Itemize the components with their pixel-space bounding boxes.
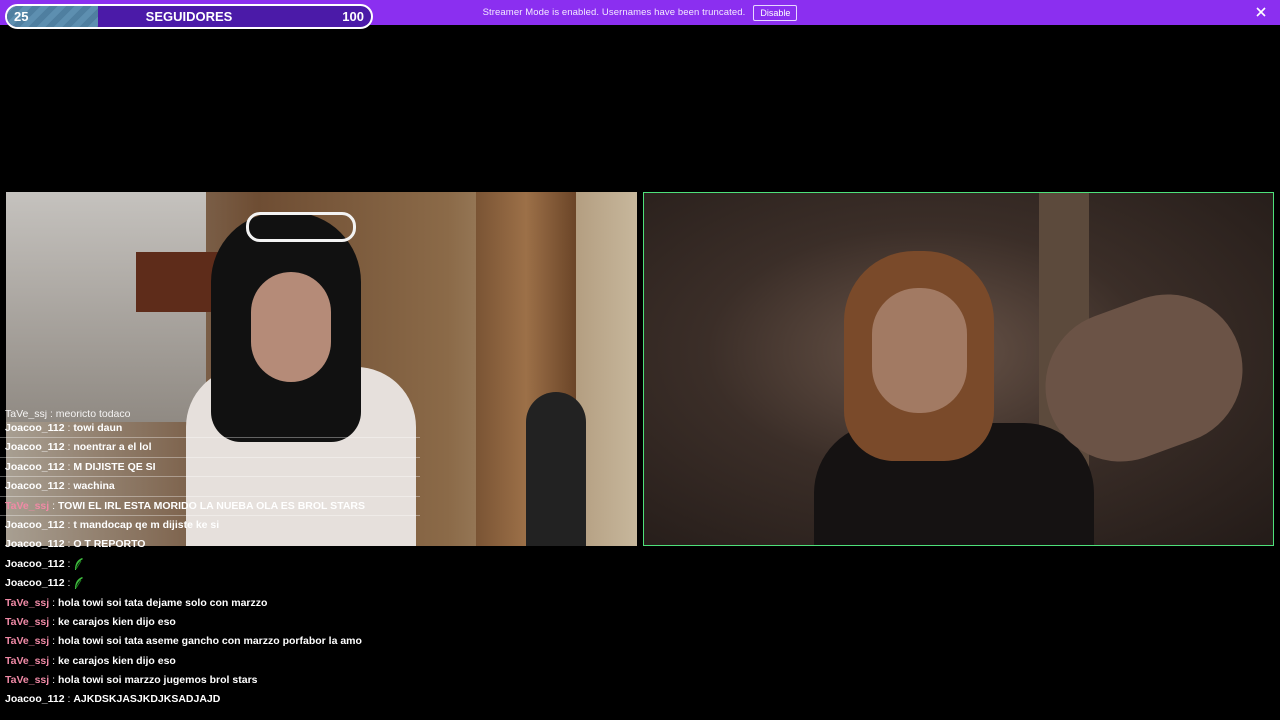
chat-username: TaVe_ssj	[5, 635, 50, 648]
chat-text: noentrar a el lol	[73, 441, 152, 454]
chat-separator: :	[64, 538, 74, 551]
chat-text: O T REPORTO	[73, 538, 146, 551]
chat-message: Joacoo_112 : O T REPORTO	[0, 535, 420, 554]
chat-separator: :	[49, 615, 58, 628]
chat-text: hola towi soi tata dejame solo con marzz…	[57, 596, 268, 609]
chat-username: TaVe_ssj	[5, 654, 50, 667]
chat-username: Joacoo_112	[5, 557, 65, 570]
chat-message: Joacoo_112 : AJKDSKJASJKDJKSADJAJD	[0, 690, 420, 709]
close-icon[interactable]	[1255, 5, 1267, 17]
chat-username: Joacoo_112	[5, 422, 65, 434]
chat-separator: :	[64, 480, 74, 493]
chat-message: Joacoo_112 : M DIJISTE QE SI	[0, 458, 420, 478]
chat-separator: :	[64, 693, 74, 706]
person-face	[872, 288, 967, 413]
chat-log: TaVe_ssj : meoricto todaco Joacoo_112 : …	[0, 410, 420, 710]
chat-separator: :	[64, 557, 74, 570]
green-feather-emote-icon	[73, 577, 84, 590]
goal-target-count: 100	[342, 9, 364, 24]
streamer-mode-message: Streamer Mode is enabled. Usernames have…	[482, 7, 746, 18]
chat-username: TaVe_ssj	[5, 499, 50, 512]
chat-message: TaVe_ssj : ke carajos kien dijo eso	[0, 613, 420, 632]
chat-message: TaVe_ssj : hola towi soi tata dejame sol…	[0, 594, 420, 613]
chat-separator: :	[49, 654, 58, 667]
chat-username: Joacoo_112	[5, 518, 65, 531]
chat-message: Joacoo_112 :	[0, 555, 420, 574]
chat-username: Joacoo_112	[5, 441, 65, 454]
chat-username: Joacoo_112	[5, 480, 65, 493]
chat-message: Joacoo_112 : noentrar a el lol	[0, 438, 420, 458]
chat-message: Joacoo_112 : wachina	[0, 477, 420, 497]
chat-separator: :	[49, 596, 58, 609]
chat-text: wachina	[73, 480, 115, 493]
chat-message: Joacoo_112 : t mandocap qe m dijiste ke …	[0, 516, 420, 535]
chat-message: TaVe_ssj : ke carajos kien dijo eso	[0, 652, 420, 671]
chat-separator: :	[64, 577, 74, 590]
chat-text: t mandocap qe m dijiste ke si	[73, 518, 220, 531]
chat-text: ke carajos kien dijo eso	[57, 615, 176, 628]
cardboard-figure	[526, 392, 586, 546]
person-face	[251, 272, 331, 382]
chat-separator: :	[64, 460, 74, 473]
chat-separator: :	[49, 674, 58, 687]
chat-separator: :	[64, 422, 74, 434]
goal-label: SEGUIDORES	[145, 9, 233, 24]
chat-message: Joacoo_112 : towi daun	[0, 419, 420, 439]
chat-separator: :	[49, 499, 58, 512]
chat-text: ke carajos kien dijo eso	[57, 654, 176, 667]
chat-message: TaVe_ssj : hola towi soi tata aseme ganc…	[0, 632, 420, 651]
chat-username: Joacoo_112	[5, 693, 65, 706]
chat-text: TOWI EL IRL ESTA MORIDO LA NUEBA OLA ES …	[57, 499, 365, 512]
chat-text: M DIJISTE QE SI	[73, 460, 156, 473]
green-feather-emote-icon	[73, 557, 84, 570]
chat-partial-line: TaVe_ssj : meoricto todaco	[5, 410, 131, 419]
chat-username: Joacoo_112	[5, 577, 65, 590]
chat-text: towi daun	[73, 422, 123, 434]
chat-username: Joacoo_112	[5, 538, 65, 551]
chat-text: hola towi soi tata aseme gancho con marz…	[57, 635, 362, 648]
chat-message: TaVe_ssj : TOWI EL IRL ESTA MORIDO LA NU…	[0, 497, 420, 516]
chat-message: TaVe_ssj : hola towi soi marzzo jugemos …	[0, 671, 420, 690]
chat-username: TaVe_ssj	[5, 674, 50, 687]
chat-separator: :	[64, 518, 74, 531]
chat-username: TaVe_ssj	[5, 596, 50, 609]
chat-message: Joacoo_112 :	[0, 574, 420, 593]
disable-streamer-mode-button[interactable]: Disable	[753, 4, 798, 21]
chat-username: Joacoo_112	[5, 460, 65, 473]
chat-text: hola towi soi marzzo jugemos brol stars	[57, 674, 258, 687]
chat-separator: :	[49, 635, 58, 648]
webcam-right	[643, 192, 1274, 546]
chat-username: TaVe_ssj	[5, 615, 50, 628]
chat-text: AJKDSKJASJKDJKSADJAJD	[73, 693, 221, 706]
follower-goal-bar: 25 SEGUIDORES 100	[5, 4, 373, 29]
sunglasses	[246, 212, 356, 242]
chat-separator: :	[64, 441, 74, 454]
